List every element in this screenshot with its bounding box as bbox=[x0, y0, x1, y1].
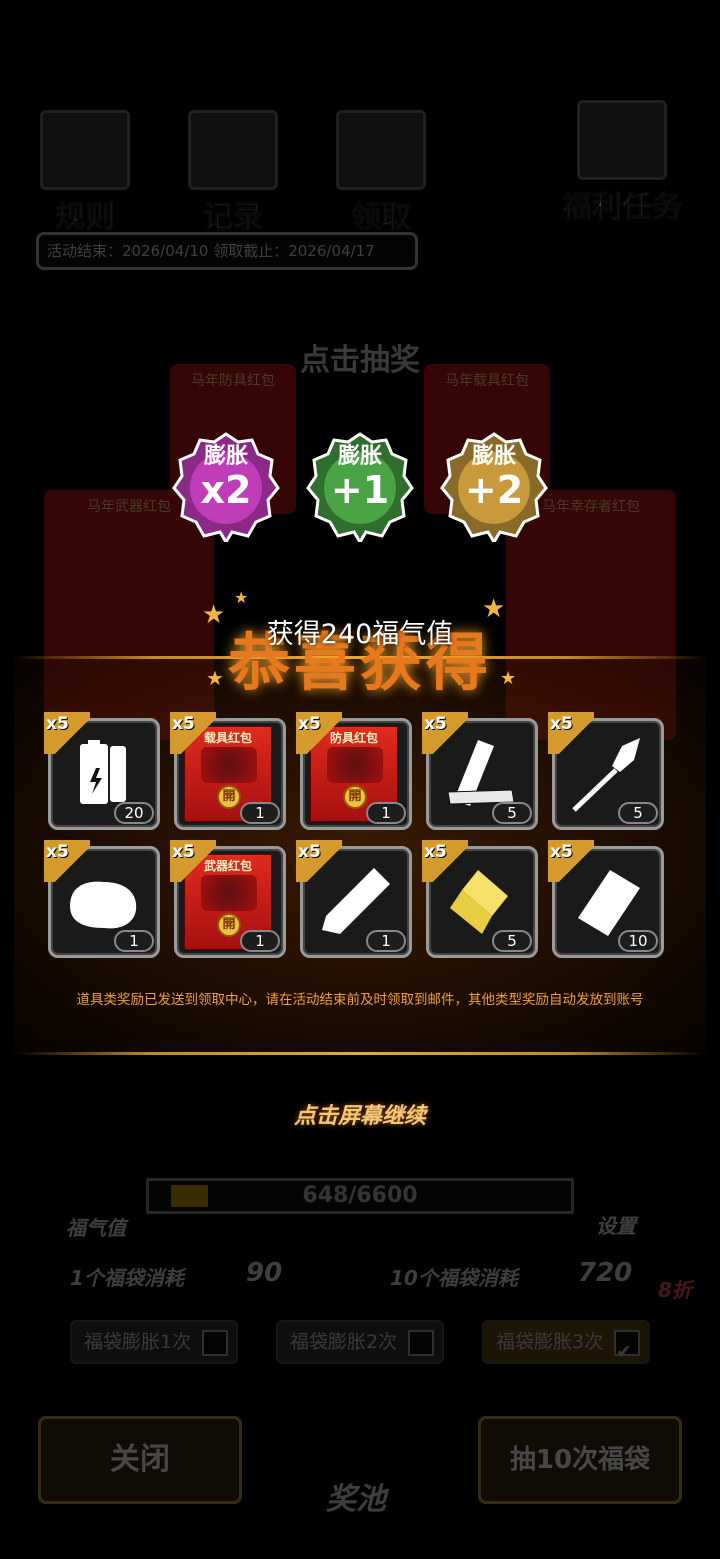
item-multiplier: x5 bbox=[424, 842, 447, 862]
book-icon bbox=[40, 110, 130, 190]
inflate-badge-2-title: 膨胀 bbox=[337, 444, 382, 469]
option-inflate-1-checkbox[interactable] bbox=[202, 1330, 228, 1356]
pack-vehicle-title: 马年载具红包 bbox=[445, 373, 529, 389]
settings-button[interactable]: 设置 bbox=[596, 1210, 636, 1239]
inflate-badge-1-title: 膨胀 bbox=[203, 444, 248, 469]
option-inflate-2-label: 福袋膨胀2次 bbox=[290, 1331, 398, 1353]
panel-bottom-border bbox=[14, 1052, 706, 1055]
option-inflate-1-label: 福袋膨胀1次 bbox=[84, 1331, 192, 1353]
inflate-badge-1: 膨胀 x2 bbox=[172, 430, 280, 542]
cost-ten-value: 720 bbox=[578, 1258, 633, 1288]
tasks-label: 福利任务 bbox=[562, 190, 683, 226]
seal-icon: 開 bbox=[217, 785, 241, 809]
inflate-badge-2: 膨胀 +1 bbox=[306, 430, 414, 542]
pack-armor-title: 马年防具红包 bbox=[191, 373, 275, 389]
records-button[interactable]: 记录 bbox=[178, 110, 288, 236]
item-count: 1 bbox=[240, 802, 280, 824]
luck-label: 福气值 bbox=[66, 1216, 126, 1240]
records-label: 记录 bbox=[203, 200, 264, 236]
luck-progress-bar: 648/6600 bbox=[146, 1178, 574, 1214]
item-count: 5 bbox=[618, 802, 658, 824]
activity-dates: 活动结束：2026/04/10 领取截止：2026/04/17 bbox=[36, 232, 418, 270]
item-count: 5 bbox=[492, 802, 532, 824]
item-multiplier: x5 bbox=[550, 714, 573, 734]
reward-item[interactable]: x5 1 bbox=[296, 840, 412, 958]
cost-one-value: 90 bbox=[246, 1258, 283, 1288]
option-inflate-1[interactable]: 福袋膨胀1次 bbox=[70, 1320, 238, 1364]
draw-title: 点击抽奖 bbox=[300, 343, 420, 378]
item-multiplier: x5 bbox=[172, 842, 195, 862]
claim-label: 领取 bbox=[351, 200, 412, 236]
item-multiplier: x5 bbox=[424, 714, 447, 734]
inflate-badge-3-title: 膨胀 bbox=[471, 444, 516, 469]
tap-to-continue[interactable]: 点击屏幕继续 bbox=[0, 1098, 720, 1130]
item-multiplier: x5 bbox=[46, 714, 69, 734]
item-multiplier: x5 bbox=[298, 842, 321, 862]
inflate-badge-2-value: +1 bbox=[330, 468, 390, 512]
reward-item[interactable]: x5 5 bbox=[422, 712, 538, 830]
cost-one-label: 1个福袋消耗 bbox=[70, 1266, 184, 1290]
star-icon: ★ bbox=[234, 588, 249, 607]
close-button[interactable]: 关闭 bbox=[38, 1416, 242, 1504]
prize-pool-button[interactable]: 奖池 bbox=[326, 1474, 386, 1518]
chest-icon bbox=[336, 110, 426, 190]
item-multiplier: x5 bbox=[172, 714, 195, 734]
item-multiplier: x5 bbox=[46, 842, 69, 862]
item-multiplier: x5 bbox=[550, 842, 573, 862]
claim-button[interactable]: 领取 bbox=[326, 110, 436, 236]
reward-item[interactable]: 载具红包 開 x5 1 bbox=[170, 712, 286, 830]
option-inflate-3-checkbox[interactable]: ✔ bbox=[614, 1330, 640, 1363]
reward-notice: 道具类奖励已发送到领取中心，请在活动结束前及时领取到邮件，其他类型奖励自动发放到… bbox=[76, 992, 644, 1008]
item-count: 5 bbox=[492, 930, 532, 952]
luck-progress-text: 648/6600 bbox=[302, 1183, 418, 1208]
seal-icon: 開 bbox=[343, 785, 367, 809]
reward-item[interactable]: x5 10 bbox=[548, 840, 664, 958]
reward-item[interactable]: 防具红包 開 x5 1 bbox=[296, 712, 412, 830]
discount-badge: 8折 bbox=[658, 1278, 692, 1302]
option-inflate-2[interactable]: 福袋膨胀2次 bbox=[276, 1320, 444, 1364]
notepad-icon bbox=[188, 110, 278, 190]
reward-item[interactable]: x5 5 bbox=[422, 840, 538, 958]
tasks-button[interactable]: 福利任务 bbox=[552, 100, 692, 226]
item-count: 20 bbox=[114, 802, 154, 824]
item-count: 1 bbox=[240, 930, 280, 952]
item-multiplier: x5 bbox=[298, 714, 321, 734]
reward-item[interactable]: x5 20 bbox=[44, 712, 160, 830]
cost-ten-label: 10个福袋消耗 bbox=[390, 1266, 518, 1290]
rules-label: 规则 bbox=[55, 200, 116, 236]
reward-item[interactable]: x5 1 bbox=[44, 840, 160, 958]
item-count: 1 bbox=[366, 802, 406, 824]
inflate-badge-3: 膨胀 +2 bbox=[440, 430, 548, 542]
seal-icon: 開 bbox=[217, 913, 241, 937]
reward-item[interactable]: 武器红包 開 x5 1 bbox=[170, 840, 286, 958]
draw-ten-button[interactable]: 抽10次福袋 bbox=[478, 1416, 682, 1504]
option-inflate-3[interactable]: 福袋膨胀3次 ✔ bbox=[482, 1320, 650, 1364]
item-count: 1 bbox=[366, 930, 406, 952]
inflate-badge-3-value: +2 bbox=[464, 468, 524, 512]
target-icon bbox=[577, 100, 667, 180]
option-inflate-2-checkbox[interactable] bbox=[408, 1330, 434, 1356]
reward-item[interactable]: x5 5 bbox=[548, 712, 664, 830]
item-count: 1 bbox=[114, 930, 154, 952]
rules-button[interactable]: 规则 bbox=[30, 110, 140, 236]
item-count: 10 bbox=[618, 930, 658, 952]
inflate-badge-1-value: x2 bbox=[200, 468, 252, 512]
option-inflate-3-label: 福袋膨胀3次 bbox=[496, 1331, 604, 1353]
gain-text: 获得240福气值 bbox=[266, 619, 454, 650]
